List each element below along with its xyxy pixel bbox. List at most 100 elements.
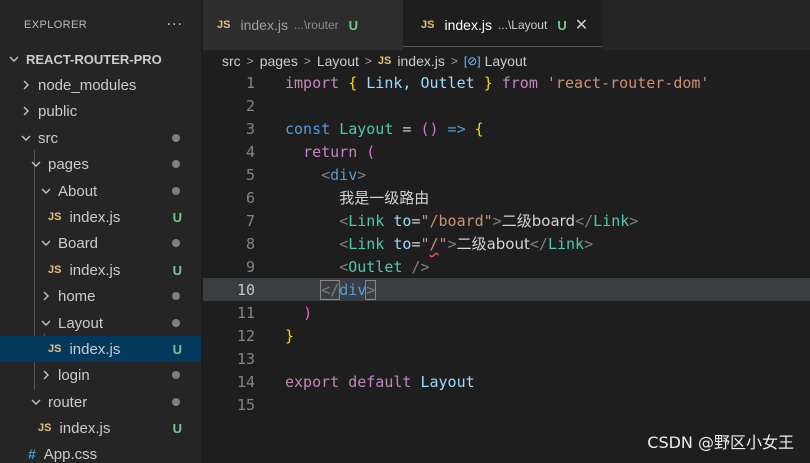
js-file-icon: JS [48,211,62,223]
chevron-right-icon [18,103,34,119]
line-number: 7 [245,211,255,230]
chevron-down-icon [38,183,54,199]
code-line: 14 export default Layout [203,370,810,393]
tree-file-layout-index[interactable]: JS index.js U [0,336,201,362]
breadcrumb-item[interactable]: index.js [397,53,444,69]
explorer-sidebar: EXPLORER ··· REACT-ROUTER-PRO node_modul… [0,0,202,463]
chevron-down-icon [28,394,44,410]
js-file-icon: JS [48,343,62,355]
js-file-icon: JS [217,19,231,31]
tree-folder-home[interactable]: home [0,283,201,309]
line-number: 2 [245,96,255,115]
code-line: 1 import { Link, Outlet } from 'react-ro… [203,71,810,94]
tree-item-label: home [58,287,96,305]
js-file-icon: JS [38,422,52,434]
breadcrumb-item[interactable]: Layout [485,53,527,69]
tree-folder-pages[interactable]: pages [0,151,201,177]
tree-item-label: App.css [43,445,98,463]
explorer-header: EXPLORER ··· [0,0,201,50]
tree-folder-board[interactable]: Board [0,230,201,256]
code-line: 7 <Link to="/board">二级board</Link> [203,209,810,232]
untracked-badge: U [172,341,182,357]
tab-router-index[interactable]: JS index.js ...\router U [203,0,403,50]
line-number: 3 [245,119,255,138]
tree-folder-layout[interactable]: Layout [0,310,201,336]
tree-folder-login[interactable]: login [0,362,201,388]
code-text: export default Layout [285,372,475,391]
breadcrumb-item[interactable]: Layout [317,53,359,69]
chevron-down-icon [6,51,22,67]
line-number: 15 [236,395,255,414]
more-actions-icon[interactable]: ··· [167,17,183,33]
code-line: 11 ) [203,301,810,324]
css-file-icon: # [28,446,36,462]
tree-file-app-css[interactable]: # App.css [0,441,201,463]
line-number: 4 [245,142,255,161]
chevron-right-icon: > [246,54,254,68]
line-number: 10 [236,280,255,299]
chevron-right-icon [38,367,54,383]
tree-item-label: index.js [69,208,121,226]
tree-file-about-index[interactable]: JS index.js U [0,204,201,230]
code-text: import { Link, Outlet } from 'react-rout… [285,73,710,92]
code-text: const Layout = () => { [285,119,484,138]
error-squiggle: / [429,235,439,253]
code-text: ) [303,303,313,322]
editor-tab-bar: JS index.js ...\router U JS index.js ...… [203,0,810,50]
chevron-right-icon [18,77,34,93]
line-number: 14 [236,372,255,391]
modified-dot [172,319,180,327]
untracked-badge: U [172,420,182,436]
js-file-icon: JS [377,55,392,67]
line-number: 1 [245,73,255,92]
code-line: 5 <div> [203,163,810,186]
chevron-right-icon [38,288,54,304]
tree-item-label: pages [48,155,89,173]
code-line: 2 [203,94,810,117]
untracked-badge: U [172,262,182,278]
code-text: <Link to="/">二级about</Link> [339,235,594,253]
code-text: </div> [320,279,377,300]
code-text: <Outlet /> [339,257,430,276]
chevron-right-icon: > [450,54,458,68]
tab-layout-index[interactable]: JS index.js ...\Layout U ✕ [403,0,603,50]
line-number: 11 [236,303,255,322]
tree-item-label: index.js [69,261,121,279]
chevron-down-icon [28,156,44,172]
tree-item-label: public [38,102,78,120]
tab-label: index.js [444,17,492,33]
chevron-right-icon: > [303,54,311,68]
chevron-down-icon [38,235,54,251]
tree-folder-about[interactable]: About [0,178,201,204]
line-number: 9 [245,257,255,276]
code-text: return ( [303,142,376,161]
modified-dot [172,398,180,406]
code-editor[interactable]: 1 import { Link, Outlet } from 'react-ro… [203,71,810,463]
code-line: 15 [203,393,810,416]
tree-folder-router[interactable]: router [0,389,201,415]
line-number: 6 [245,188,255,207]
tree-folder-public[interactable]: public [0,98,201,124]
tree-item-label: index.js [59,419,111,437]
line-number: 8 [245,234,255,253]
tree-root-folder[interactable]: REACT-ROUTER-PRO [0,46,201,72]
chevron-down-icon [38,315,54,331]
breadcrumb: src > pages > Layout > JS index.js > [⊘]… [222,50,527,72]
tree-file-router-index[interactable]: JS index.js U [0,415,201,441]
close-icon[interactable]: ✕ [575,15,588,35]
breadcrumb-item[interactable]: src [222,53,241,69]
tab-path: ...\Layout [497,18,548,32]
tree-item-label: About [58,182,98,200]
tab-label: index.js [240,17,288,33]
tree-folder-node-modules[interactable]: node_modules [0,72,201,98]
tree-folder-src[interactable]: src [0,125,201,151]
tree-root-label: REACT-ROUTER-PRO [26,51,162,67]
code-text: <Link to="/board">二级board</Link> [339,212,639,230]
tree-item-label: router [48,393,88,411]
line-number: 5 [245,165,255,184]
tree-item-label: login [58,366,90,384]
tree-file-board-index[interactable]: JS index.js U [0,257,201,283]
tree-item-label: node_modules [38,76,137,94]
breadcrumb-item[interactable]: pages [260,53,298,69]
watermark: CSDN @野区小女王 [647,433,794,452]
